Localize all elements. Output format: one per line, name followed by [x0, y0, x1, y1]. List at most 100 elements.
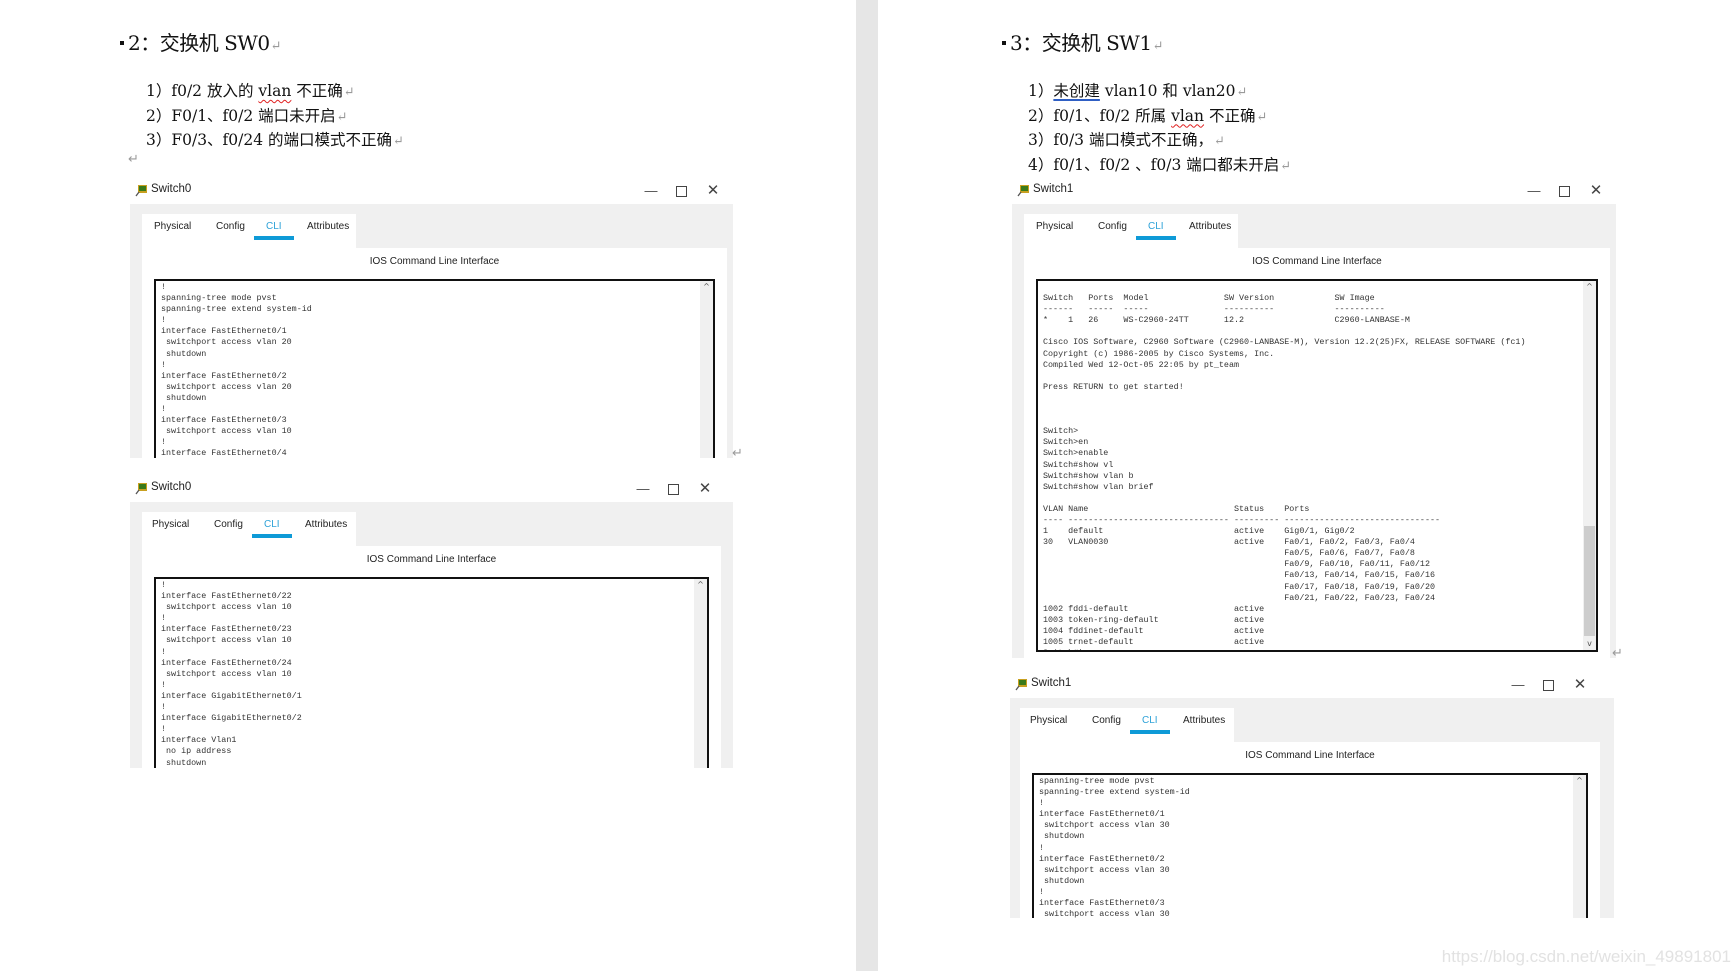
paragraph-mark-icon: ↵	[1152, 39, 1164, 54]
packet-tracer-switch-icon	[1017, 185, 1029, 197]
window-titlebar[interactable]: Switch0 — ✕	[130, 178, 733, 204]
minimize-button[interactable]: —	[633, 479, 653, 499]
paragraph-mark-icon: ↵	[732, 446, 743, 461]
scrollbar-thumb[interactable]	[1584, 526, 1595, 636]
window-body: Physical Config CLI Attributes IOS Comma…	[130, 502, 733, 768]
paragraph-mark-icon: ↵	[1213, 134, 1225, 149]
tab-config[interactable]: Config	[214, 519, 243, 530]
window-titlebar[interactable]: Switch1 — ✕	[1010, 672, 1614, 698]
tab-cli[interactable]: CLI	[266, 221, 282, 232]
paragraph-mark-icon: ↵	[128, 152, 139, 167]
tab-config[interactable]: Config	[1098, 221, 1127, 232]
window-title: Switch1	[1033, 183, 1074, 195]
maximize-button[interactable]	[663, 479, 683, 499]
window-body: Physical Config CLI Attributes IOS Comma…	[1010, 698, 1614, 918]
paragraph-mark-icon: ↵	[1612, 646, 1623, 661]
close-button[interactable]: ✕	[1586, 181, 1606, 201]
maximize-icon	[675, 186, 687, 198]
section-heading-sw1: 3：交换机 SW1↵	[1002, 27, 1164, 56]
active-tab-indicator	[1136, 236, 1176, 240]
spellcheck-flagged-word[interactable]: vlan	[1171, 107, 1204, 125]
scroll-up-icon[interactable]: ^	[1583, 281, 1596, 293]
cli-terminal[interactable]: ! interface FastEthernet0/22 switchport …	[154, 577, 709, 768]
window-title: Switch0	[151, 481, 192, 493]
cli-terminal[interactable]: spanning-tree mode pvst spanning-tree ex…	[1032, 773, 1588, 918]
terminal-output: ! interface FastEthernet0/22 switchport …	[161, 580, 302, 768]
minimize-button[interactable]: —	[1524, 181, 1544, 201]
tab-cli[interactable]: CLI	[1142, 715, 1158, 726]
close-button[interactable]: ✕	[703, 181, 723, 201]
window-body: Physical Config CLI Attributes IOS Comma…	[1012, 204, 1616, 658]
window-body: Physical Config CLI Attributes IOS Comma…	[130, 204, 733, 458]
tab-attributes[interactable]: Attributes	[1189, 221, 1231, 232]
maximize-icon	[1558, 186, 1570, 198]
minimize-button[interactable]: —	[1508, 675, 1528, 695]
tab-config[interactable]: Config	[1092, 715, 1121, 726]
tab-cli[interactable]: CLI	[1148, 221, 1164, 232]
watermark: https://blog.csdn.net/weixin_49891801	[1441, 947, 1731, 966]
grammar-flagged-word[interactable]: 未创建	[1053, 82, 1100, 100]
list-item: 1）f0/2 放入的 vlan 不正确↵	[146, 82, 355, 100]
tab-attributes[interactable]: Attributes	[1183, 715, 1225, 726]
paragraph-mark-icon: ↵	[1236, 85, 1248, 100]
maximize-icon	[667, 484, 679, 496]
tab-physical[interactable]: Physical	[154, 221, 191, 232]
paragraph-mark-icon: ↵	[270, 39, 282, 54]
list-item: 1）未创建 vlan10 和 vlan20↵	[1028, 82, 1248, 100]
maximize-button[interactable]	[1538, 675, 1558, 695]
tab-physical[interactable]: Physical	[1030, 715, 1067, 726]
section-heading-sw0: 2：交换机 SW0↵	[120, 27, 282, 56]
close-button[interactable]: ✕	[1570, 675, 1590, 695]
maximize-button[interactable]	[1554, 181, 1574, 201]
paragraph-mark-icon: ↵	[393, 134, 404, 149]
window-titlebar[interactable]: Switch0 — ✕	[130, 476, 733, 502]
switch0-window-2: Switch0 — ✕ Physical Config CLI Attribut…	[130, 476, 733, 768]
switch1-window-2: Switch1 — ✕ Physical Config CLI Attribut…	[1010, 672, 1614, 918]
tab-attributes[interactable]: Attributes	[307, 221, 349, 232]
cli-terminal[interactable]: Switch Ports Model SW Version SW Image -…	[1036, 279, 1598, 652]
packet-tracer-switch-icon	[135, 483, 147, 495]
spellcheck-flagged-word[interactable]: vlan	[258, 82, 291, 100]
tab-strip: Physical Config CLI Attributes	[1020, 708, 1234, 742]
terminal-scrollbar[interactable]: ^	[694, 579, 707, 768]
paragraph-mark-icon: ↵	[336, 109, 348, 125]
terminal-scrollbar[interactable]: ^	[1573, 775, 1586, 918]
tab-cli[interactable]: CLI	[264, 519, 280, 530]
list-item: 3）f0/3 端口模式不正确，↵	[1028, 131, 1225, 149]
page-gutter	[856, 0, 878, 971]
tab-strip: Physical Config CLI Attributes	[142, 512, 356, 546]
minimize-button[interactable]: —	[641, 181, 661, 201]
bullet-icon	[1002, 40, 1006, 45]
tab-strip: Physical Config CLI Attributes	[1024, 214, 1238, 248]
tab-strip: Physical Config CLI Attributes	[142, 214, 356, 248]
scroll-up-icon[interactable]: ^	[1573, 775, 1586, 787]
panel-title: IOS Command Line Interface	[366, 554, 497, 565]
list-item: 4）f0/1、f0/2 、f0/3 端口都未开启↵	[1028, 155, 1292, 174]
switch1-window-1: Switch1 — ✕ Physical Config CLI Attribut…	[1012, 178, 1616, 658]
window-titlebar[interactable]: Switch1 — ✕	[1012, 178, 1616, 204]
paragraph-mark-icon: ↵	[343, 85, 355, 100]
cli-terminal[interactable]: ! spanning-tree mode pvst spanning-tree …	[154, 279, 715, 458]
tab-attributes[interactable]: Attributes	[305, 519, 347, 530]
terminal-scrollbar[interactable]: ^ v	[1583, 281, 1596, 650]
scroll-up-icon[interactable]: ^	[694, 579, 707, 591]
close-button[interactable]: ✕	[695, 479, 715, 499]
window-title: Switch1	[1031, 677, 1072, 689]
bullet-icon	[120, 40, 124, 45]
tab-physical[interactable]: Physical	[152, 519, 189, 530]
cli-panel: IOS Command Line Interface spanning-tree…	[1020, 742, 1600, 918]
scroll-down-icon[interactable]: v	[1583, 638, 1596, 650]
terminal-output: ! spanning-tree mode pvst spanning-tree …	[161, 282, 312, 458]
tab-config[interactable]: Config	[216, 221, 245, 232]
terminal-output: spanning-tree mode pvst spanning-tree ex…	[1039, 776, 1190, 918]
list-item: 3）F0/3、f0/24 的端口模式不正确↵	[146, 131, 404, 149]
tab-physical[interactable]: Physical	[1036, 221, 1073, 232]
terminal-scrollbar[interactable]: ^	[700, 281, 713, 458]
packet-tracer-switch-icon	[1015, 679, 1027, 691]
scroll-up-icon[interactable]: ^	[700, 281, 713, 293]
active-tab-indicator	[1130, 730, 1170, 734]
sw0-issue-list: 1）f0/2 放入的 vlan 不正确↵ 2）F0/1、f0/2 端口未开启↵ …	[146, 80, 404, 154]
panel-title: IOS Command Line Interface	[369, 256, 500, 267]
window-title: Switch0	[151, 183, 192, 195]
maximize-button[interactable]	[671, 181, 691, 201]
